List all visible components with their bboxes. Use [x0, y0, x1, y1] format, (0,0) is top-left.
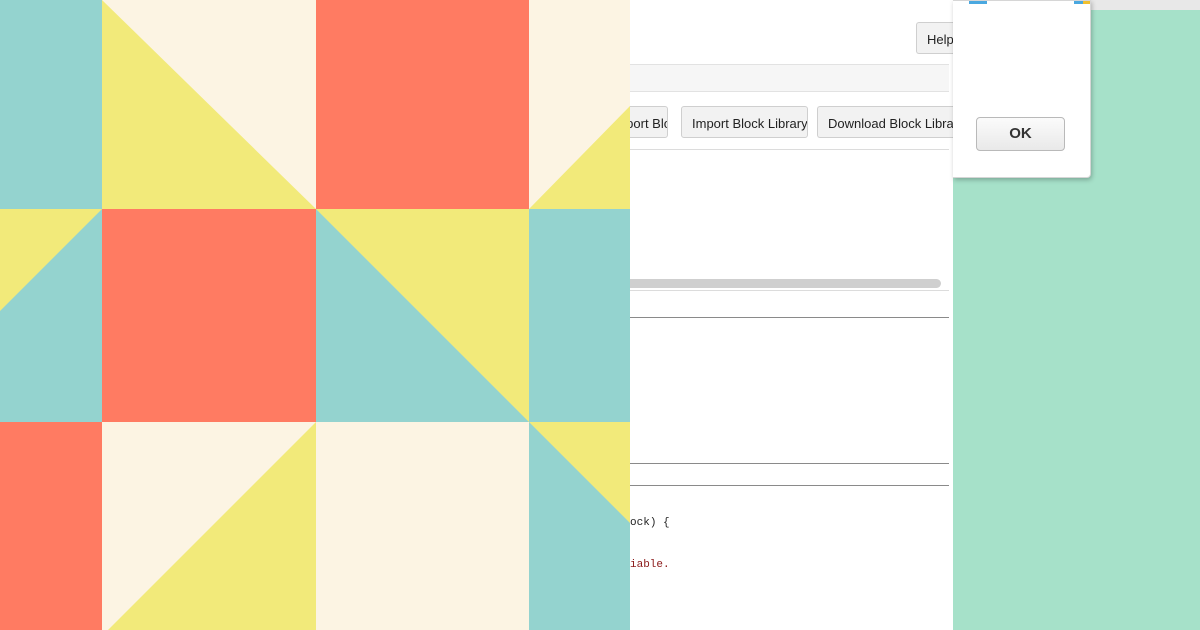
- toolbar-strip: [630, 64, 949, 92]
- block-factory-panel: Help Export Block Library Import Block L…: [630, 0, 953, 630]
- download-block-library-button[interactable]: Download Block Library: [817, 106, 953, 138]
- decorative-pattern: [0, 0, 630, 630]
- divider: [630, 317, 949, 318]
- code-line-1-end: ) {: [649, 517, 670, 529]
- quilt-pattern-graphic: [0, 0, 630, 630]
- divider: [630, 149, 949, 150]
- ok-button[interactable]: OK: [976, 117, 1065, 151]
- divider: [630, 485, 949, 486]
- horizontal-scrollbar[interactable]: [630, 279, 941, 288]
- code-preview: ock) { iable.: [630, 488, 670, 600]
- dialog-edge-icons: [969, 1, 1090, 4]
- code-line-1: ock: [630, 517, 650, 529]
- help-button[interactable]: Help: [916, 22, 953, 54]
- divider: [630, 290, 949, 291]
- export-block-library-button[interactable]: Export Block Library: [630, 106, 668, 138]
- divider: [630, 463, 949, 464]
- alert-dialog: OK: [953, 0, 1091, 178]
- code-line-2: iable.: [630, 559, 670, 571]
- import-block-library-button[interactable]: Import Block Library: [681, 106, 808, 138]
